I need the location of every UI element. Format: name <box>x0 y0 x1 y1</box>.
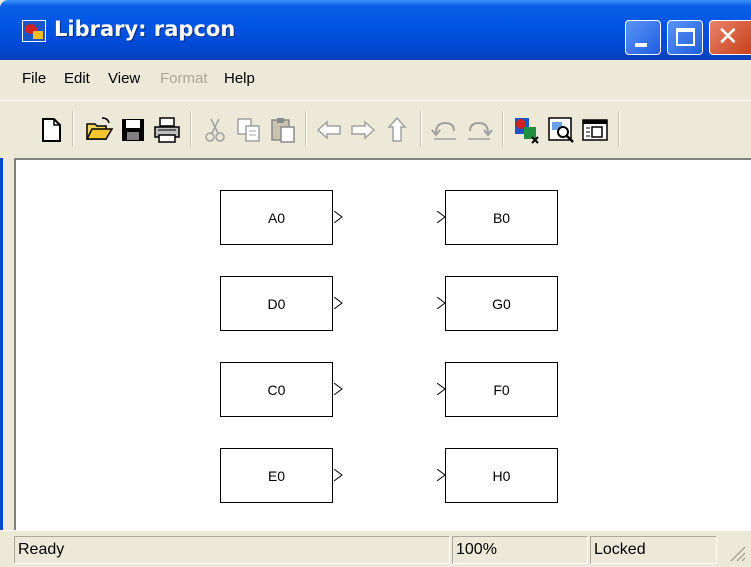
block-label: F0 <box>493 381 510 398</box>
toolbar-separator <box>305 111 307 147</box>
output-port-icon[interactable] <box>334 383 343 395</box>
menu-format: Format <box>160 70 208 87</box>
input-port-icon[interactable] <box>437 383 446 395</box>
block-b0[interactable]: B0 <box>445 190 558 245</box>
output-port-icon[interactable] <box>334 469 343 481</box>
menu-view[interactable]: View <box>108 70 140 87</box>
close-button[interactable]: ✕ <box>709 20 751 55</box>
block-e0[interactable]: E0 <box>220 448 333 503</box>
menu-bar: File Edit View Format Help <box>0 60 751 100</box>
block-d0[interactable]: D0 <box>220 276 333 331</box>
title-bar[interactable]: Library: rapcon ✕ <box>0 0 751 60</box>
block-label: C0 <box>267 381 286 398</box>
simulink-library-icon[interactable] <box>22 20 46 42</box>
maximize-icon <box>676 28 695 46</box>
debugger-icon[interactable] <box>580 115 610 145</box>
block-a0[interactable]: A0 <box>220 190 333 245</box>
undo-icon <box>431 121 456 140</box>
toolbar-separator <box>618 111 620 147</box>
toolbar-separator <box>502 111 504 147</box>
library-canvas[interactable]: A0 D0 C0 E0 B0 G0 F0 H0 <box>14 158 751 530</box>
block-label: G0 <box>492 295 511 312</box>
input-port-icon[interactable] <box>437 211 446 223</box>
zoom-level: 100% <box>452 536 588 564</box>
model-explorer-icon[interactable] <box>546 115 576 145</box>
menu-edit[interactable]: Edit <box>64 70 90 87</box>
copy-icon <box>237 118 260 142</box>
library-window: Library: rapcon ✕ File Edit View Format … <box>0 0 751 567</box>
paste-icon <box>271 118 295 143</box>
new-icon[interactable] <box>36 115 66 145</box>
input-port-icon[interactable] <box>437 469 446 481</box>
toolbar-separator <box>420 111 422 147</box>
block-label: A0 <box>267 209 286 226</box>
block-label: D0 <box>267 295 286 312</box>
block-label: B0 <box>492 209 511 226</box>
minimize-button[interactable] <box>625 20 661 55</box>
status-text: Ready <box>14 536 450 564</box>
block-h0[interactable]: H0 <box>445 448 558 503</box>
block-label: H0 <box>492 467 511 484</box>
menu-help[interactable]: Help <box>224 70 255 87</box>
input-port-icon[interactable] <box>437 297 446 309</box>
window-title: Library: rapcon <box>54 17 236 41</box>
maximize-button[interactable] <box>667 20 703 55</box>
block-label: E0 <box>267 467 286 484</box>
library-browser-icon[interactable] <box>512 115 542 145</box>
block-c0[interactable]: C0 <box>220 362 333 417</box>
minimize-icon <box>635 43 647 47</box>
redo-icon <box>468 121 493 140</box>
back-icon <box>316 120 341 140</box>
save-icon[interactable] <box>118 115 148 145</box>
open-icon[interactable] <box>84 115 114 145</box>
output-port-icon[interactable] <box>334 211 343 223</box>
toolbar-separator <box>72 111 74 147</box>
menu-file[interactable]: File <box>22 70 46 87</box>
block-g0[interactable]: G0 <box>445 276 558 331</box>
lock-status: Locked <box>590 536 717 564</box>
toolbar <box>0 100 751 158</box>
forward-icon <box>351 120 376 140</box>
output-port-icon[interactable] <box>334 297 343 309</box>
block-f0[interactable]: F0 <box>445 362 558 417</box>
print-icon[interactable] <box>152 115 182 145</box>
up-icon <box>387 116 407 142</box>
cut-icon <box>205 118 225 142</box>
close-icon: ✕ <box>717 22 739 52</box>
status-bar: Ready 100% Locked <box>0 530 751 567</box>
resize-grip-icon[interactable] <box>727 543 747 563</box>
toolbar-separator <box>190 111 192 147</box>
